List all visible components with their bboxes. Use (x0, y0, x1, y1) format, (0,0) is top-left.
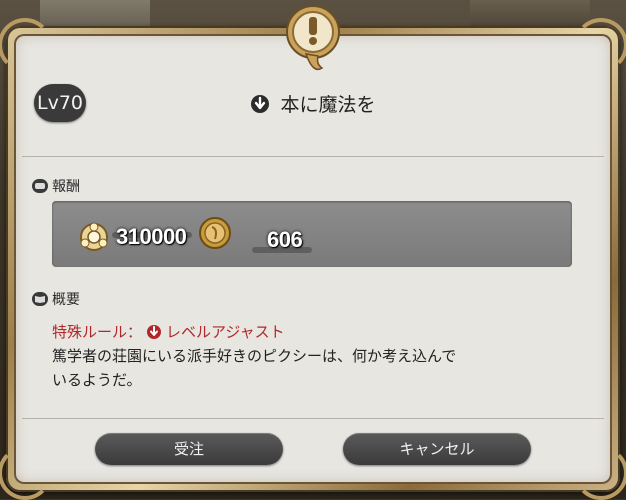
book-icon (32, 292, 48, 306)
quest-marker-icon (251, 94, 270, 113)
experience-value: 310000 (116, 224, 187, 249)
reward-experience[interactable]: 310000 (72, 221, 187, 253)
quest-summary: 特殊ルール： レベルアジャスト 篤学者の荘園にいる派手好きのピクシーは、何か考え… (52, 320, 592, 392)
summary-header: 概要 (32, 289, 80, 309)
level-adjust-icon (147, 325, 162, 339)
reward-gil[interactable] (198, 215, 232, 251)
description-line: いるようだ。 (52, 371, 142, 389)
rewards-panel: 310000 606 (52, 201, 572, 267)
description-line: 篤学者の荘園にいる派手好きのピクシーは、何か考え込んで (52, 347, 457, 365)
rewards-label: 報酬 (52, 179, 80, 195)
divider (22, 156, 604, 157)
rewards-header: 報酬 (32, 176, 80, 196)
cancel-button[interactable]: キャンセル (343, 433, 531, 465)
gil-value: 606 (267, 227, 303, 252)
quest-title: 本に魔法を (280, 94, 376, 116)
special-rule-label: 特殊ルール： (52, 323, 143, 341)
gil-coin-icon (199, 217, 231, 249)
accept-button[interactable]: 受注 (95, 433, 283, 465)
scroll-icon (32, 179, 48, 193)
divider (22, 418, 604, 419)
special-rule-value: レベルアジャスト (166, 323, 285, 341)
special-rule: 特殊ルール： レベルアジャスト (52, 320, 592, 344)
quest-title-row: 本に魔法を (0, 90, 626, 117)
summary-label: 概要 (52, 292, 80, 308)
exclamation-icon (286, 5, 340, 71)
experience-icon (80, 222, 108, 251)
